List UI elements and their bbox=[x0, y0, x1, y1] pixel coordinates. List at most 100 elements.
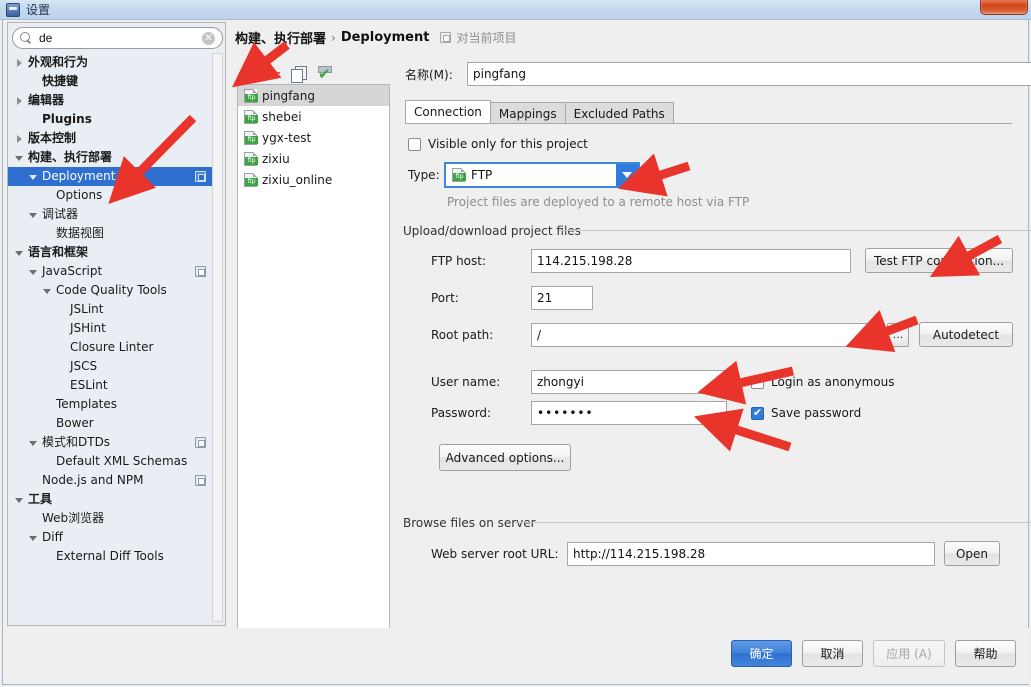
password-field[interactable]: ••••••• bbox=[531, 401, 727, 425]
ftp-icon bbox=[452, 168, 466, 182]
server-list-item[interactable]: shebei bbox=[238, 106, 389, 127]
sidebar-item-[interactable]: 构建、执行部署 bbox=[8, 148, 212, 167]
advanced-options-button[interactable]: Advanced options... bbox=[439, 444, 571, 471]
help-button[interactable]: 帮助 bbox=[955, 640, 1016, 667]
sidebar-item-plugins[interactable]: Plugins bbox=[8, 110, 212, 129]
cancel-button[interactable]: 取消 bbox=[802, 640, 863, 667]
chevron-down-icon[interactable] bbox=[28, 171, 39, 182]
server-list-toolbar bbox=[239, 62, 389, 84]
sidebar-item-closure-linter[interactable]: Closure Linter bbox=[8, 338, 212, 357]
server-list-item[interactable]: pingfang bbox=[238, 85, 389, 106]
sidebar-item-javascript[interactable]: JavaScript bbox=[8, 262, 212, 281]
sidebar-item-deployment[interactable]: Deployment bbox=[8, 167, 212, 186]
open-button[interactable]: Open bbox=[944, 541, 1000, 566]
sidebar-item-jslint[interactable]: JSLint bbox=[8, 300, 212, 319]
sidebar-item-[interactable]: 工具 bbox=[8, 490, 212, 509]
sidebar-item-[interactable]: 数据视图 bbox=[8, 224, 212, 243]
sidebar-item-web[interactable]: Web浏览器 bbox=[8, 509, 212, 528]
search-box[interactable]: ✕ bbox=[12, 27, 223, 49]
type-select[interactable]: FTP bbox=[444, 162, 640, 188]
window-title: 设置 bbox=[26, 3, 51, 17]
breadcrumb-parent[interactable]: 构建、执行部署 bbox=[235, 28, 326, 47]
sidebar-item-dtds[interactable]: 模式和DTDs bbox=[8, 433, 212, 452]
sidebar-item-[interactable]: 调试器 bbox=[8, 205, 212, 224]
server-list-item[interactable]: ygx-test bbox=[238, 127, 389, 148]
ftp-host-field[interactable]: 114.215.198.28 bbox=[531, 248, 851, 273]
sidebar-scrollbar[interactable] bbox=[212, 53, 223, 622]
chevron-down-icon[interactable] bbox=[14, 247, 25, 258]
web-root-field[interactable]: http://114.215.198.28 bbox=[567, 541, 935, 566]
root-path-field[interactable]: / bbox=[531, 322, 881, 347]
test-ftp-connection-button[interactable]: Test FTP connection... bbox=[865, 248, 1013, 273]
type-hint: Project files are deployed to a remote h… bbox=[447, 195, 750, 209]
clear-icon[interactable]: ✕ bbox=[202, 31, 215, 45]
sidebar-item-[interactable]: 版本控制 bbox=[8, 129, 212, 148]
search-input[interactable] bbox=[37, 30, 202, 46]
server-list[interactable]: pingfang shebei ygx-test zixiu zixiu_online bbox=[237, 84, 390, 630]
copy-icon[interactable] bbox=[291, 65, 307, 83]
server-list-item[interactable]: zixiu_online bbox=[238, 169, 389, 190]
tab-connection[interactable]: Connection bbox=[405, 100, 491, 124]
save-password-checkbox[interactable] bbox=[751, 406, 764, 420]
set-default-check-icon[interactable] bbox=[317, 65, 333, 81]
chevron-right-icon[interactable] bbox=[14, 57, 25, 68]
sidebar-item-diff[interactable]: Diff bbox=[8, 528, 212, 547]
tab-excluded-paths[interactable]: Excluded Paths bbox=[564, 102, 674, 124]
ftp-icon bbox=[244, 172, 258, 187]
server-list-item[interactable]: zixiu bbox=[238, 148, 389, 169]
sidebar-item-[interactable]: 快捷键 bbox=[8, 72, 212, 91]
port-field[interactable]: 21 bbox=[531, 286, 593, 310]
minus-icon[interactable] bbox=[265, 66, 280, 81]
name-label: 名称(M): bbox=[405, 67, 453, 82]
password-label: Password: bbox=[431, 406, 492, 420]
visible-only-row[interactable]: Visible only for this project bbox=[408, 137, 588, 151]
ftp-icon bbox=[244, 151, 258, 166]
close-icon[interactable] bbox=[980, 0, 1028, 15]
sidebar-item-node-js-and-npm[interactable]: Node.js and NPM bbox=[8, 471, 212, 490]
sidebar-item-eslint[interactable]: ESLint bbox=[8, 376, 212, 395]
name-field[interactable]: pingfang bbox=[467, 62, 1031, 86]
server-list-item-label: shebei bbox=[262, 109, 302, 124]
sidebar-item-label: 模式和DTDs bbox=[42, 435, 111, 449]
sidebar-item-options[interactable]: Options bbox=[8, 186, 212, 205]
chevron-down-icon[interactable] bbox=[28, 266, 39, 277]
sidebar-item-label: External Diff Tools bbox=[56, 549, 164, 563]
sidebar-item-default-xml-schemas[interactable]: Default XML Schemas bbox=[8, 452, 212, 471]
sidebar-item-[interactable]: 编辑器 bbox=[8, 91, 212, 110]
chevron-down-icon[interactable] bbox=[616, 164, 638, 186]
tab-underline bbox=[405, 123, 1012, 124]
ok-button[interactable]: 确定 bbox=[731, 640, 792, 667]
sidebar-item-bower[interactable]: Bower bbox=[8, 414, 212, 433]
sidebar-item-label: 语言和框架 bbox=[28, 245, 89, 259]
sidebar-item-[interactable]: 语言和框架 bbox=[8, 243, 212, 262]
tab-mappings[interactable]: Mappings bbox=[489, 102, 566, 124]
chevron-right-icon[interactable] bbox=[14, 95, 25, 106]
sidebar-item-code-quality-tools[interactable]: Code Quality Tools bbox=[8, 281, 212, 300]
plus-icon[interactable] bbox=[239, 65, 254, 81]
visible-only-checkbox[interactable] bbox=[408, 137, 421, 151]
browse-group-divider bbox=[515, 522, 1031, 523]
sidebar-item-jscs[interactable]: JSCS bbox=[8, 357, 212, 376]
chevron-down-icon[interactable] bbox=[14, 152, 25, 163]
sidebar-item-jshint[interactable]: JSHint bbox=[8, 319, 212, 338]
chevron-down-icon[interactable] bbox=[28, 532, 39, 543]
login-anonymous-checkbox[interactable] bbox=[751, 375, 764, 389]
autodetect-button[interactable]: Autodetect bbox=[919, 322, 1013, 347]
username-field[interactable]: zhongyi bbox=[531, 370, 727, 394]
sidebar-item-[interactable]: 外观和行为 bbox=[8, 53, 212, 72]
sidebar-item-label: JavaScript bbox=[42, 264, 103, 278]
sidebar-item-external-diff-tools[interactable]: External Diff Tools bbox=[8, 547, 212, 566]
chevron-down-icon[interactable] bbox=[28, 209, 39, 220]
chevron-right-icon[interactable] bbox=[14, 133, 25, 144]
chevron-down-icon[interactable] bbox=[14, 494, 25, 505]
chevron-down-icon[interactable] bbox=[42, 285, 53, 296]
browse-root-path-button[interactable]: ... bbox=[887, 322, 909, 347]
sidebar-item-templates[interactable]: Templates bbox=[8, 395, 212, 414]
chevron-down-icon[interactable] bbox=[28, 437, 39, 448]
password-row: Password: ••••••• Save password bbox=[431, 401, 861, 425]
type-row: Type: FTP bbox=[408, 162, 640, 188]
